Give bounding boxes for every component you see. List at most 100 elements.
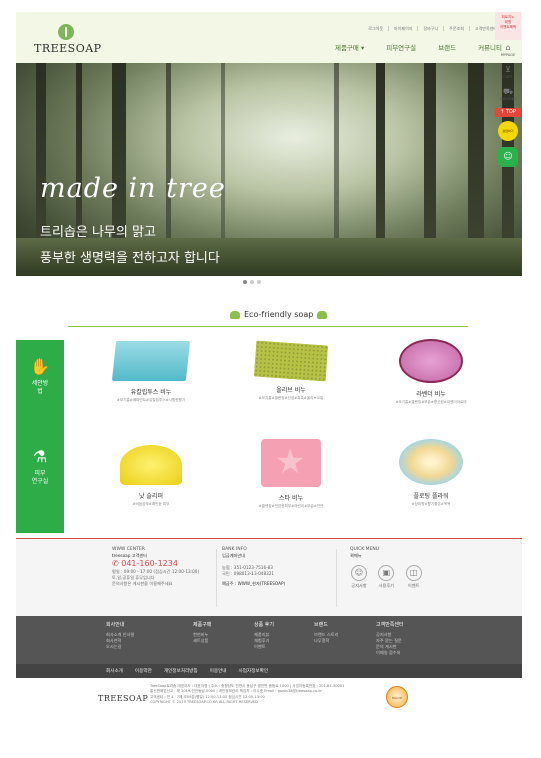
product-image[interactable] [253, 340, 329, 382]
person-icon: ☺ [351, 565, 367, 581]
leaf-logo-icon [58, 24, 74, 40]
quick-mypage[interactable]: ⌂ MYPAGE [495, 40, 521, 62]
footer-menu-link[interactable]: 이메일 접수처 [376, 650, 404, 656]
product-image[interactable] [111, 341, 191, 381]
product-image[interactable] [399, 339, 463, 383]
product-image[interactable] [399, 439, 463, 485]
side-item-skin-lab[interactable]: ⚗ 피부 연구실 [16, 448, 64, 486]
footer-bottom: TREESOAP TreeSoap트리솝 대표이사 : 대표자명 | 주소 : … [16, 678, 522, 720]
phone-number[interactable]: ✆ 041-160-1234 [112, 559, 212, 568]
bank-info-block: BANK INFO 입금계좌안내 농협 : 351-0123-7516-83 국… [222, 547, 332, 587]
product-name[interactable]: 유칼립투스 비누 [86, 387, 216, 396]
product-card[interactable]: 플로팅 플라워 #장미향#향기좋은#목욕 [366, 435, 496, 507]
footer-link-about[interactable]: 회사소개 [106, 668, 123, 674]
utility-links: 로그아웃 마이페이지 장바구니 주문조회 고객만족센터 [363, 26, 502, 31]
customer-center-block: WWW CENTER treesoap 고객센터 ✆ 041-160-1234 … [112, 547, 212, 587]
quick-subheading: 퀵메뉴 [350, 553, 362, 558]
footer-menu-col: 회사안내 회사소개 인사말 회사연혁 오시는길 [106, 622, 134, 650]
kakao-chat-button[interactable]: 상담하기 [498, 121, 518, 141]
footer-menu-link[interactable]: 이벤트 [254, 644, 274, 650]
copyright: COPYRIGHT © 2019 TREESOAP.CO.KR ALL RIGH… [150, 699, 258, 704]
product-tags: #모기흡#클렌징#보습#향긋한#라벤더아로마 [395, 400, 467, 404]
footer-policy-bar: 회사소개 이용약관 개인정보처리방침 이용안내 사업자정보확인 [16, 664, 522, 678]
footer-menu-col: 제품구매 천연비누 세트상품 [193, 622, 211, 644]
truck-icon: ⛟ [502, 87, 514, 96]
hours-line: 문의사항은 게시판을 이용해주세요 [112, 581, 173, 586]
bank-line: 국민 : 098013-13-048321 [222, 571, 275, 576]
mypage-link[interactable]: 마이페이지 [388, 26, 417, 31]
divider [216, 549, 217, 607]
leaf-icon [230, 310, 240, 319]
footer-menu-heading[interactable]: 고객만족센터 [376, 622, 404, 628]
product-name[interactable]: 라벤더 비누 [366, 389, 496, 398]
product-name[interactable]: 올리브 비누 [226, 385, 356, 394]
footer-link-terms[interactable]: 이용약관 [135, 668, 152, 674]
side-item-label: 법 [37, 388, 43, 395]
quick-label: TRACKING [499, 97, 517, 101]
footer-menu-link[interactable]: 나무철학 [314, 638, 338, 644]
footer-logo[interactable]: TREESOAP [98, 694, 148, 703]
quick-cart[interactable]: ⊻ CART [495, 62, 521, 84]
footer-menu-link[interactable]: 오시는길 [106, 644, 134, 650]
side-quick-panel: ✋ 세안방 법 ⚗ 피부 연구실 [16, 340, 64, 533]
footer-info: WWW CENTER treesoap 고객센터 ✆ 041-160-1234 … [16, 539, 522, 616]
side-item-label: 피부 [34, 470, 46, 477]
nav-item-shop[interactable]: 제품구매 ▾ [335, 42, 364, 52]
talk-chat-icon[interactable]: ☺ [498, 147, 518, 167]
company-info: TreeSoap트리솝 대표이사 : 대표자명 | 주소 : 충청남도 천안시 … [150, 684, 380, 705]
event-banner[interactable]: 피로지노 회원 이벤트혜택 [495, 12, 521, 40]
product-name[interactable]: 스타 비누 [226, 493, 356, 502]
hero-banner[interactable]: made in tree 트리솝은 나무의 맑고 풍부한 생명력을 전하고자 합… [16, 63, 522, 276]
product-card[interactable]: 라벤더 비누 #모기흡#클렌징#보습#향긋한#라벤더아로마 [366, 335, 496, 405]
nav-item-brand[interactable]: 브랜드 [438, 42, 456, 52]
slider-dot[interactable] [250, 280, 254, 284]
footer-link-privacy[interactable]: 개인정보처리방침 [164, 668, 198, 674]
quick-review[interactable]: ▣ 사용후기 [377, 565, 395, 589]
product-name[interactable]: 낫 슬리퍼 [86, 491, 216, 500]
quick-event[interactable]: ◫ 이벤트 [405, 565, 423, 589]
footer-menu-col: 상품 후기 제품리뷰 체험후기 이벤트 [254, 622, 274, 650]
product-card[interactable]: 낫 슬리퍼 #비듬샴푸#예민한 피부 [86, 435, 216, 507]
quick-notice[interactable]: ☺ 공지사항 [350, 565, 368, 589]
hero-subtitle-line2: 풍부한 생명력을 전하고자 합니다 [40, 251, 220, 266]
order-lookup-link[interactable]: 주문조회 [443, 26, 469, 31]
slider-dot[interactable] [257, 280, 261, 284]
leaf-icon [317, 310, 328, 319]
product-card[interactable]: 스타 비누 #클렌징#민감한피부#어린이#보습#천연 [226, 435, 356, 509]
footer-link-guide[interactable]: 이용안내 [210, 668, 227, 674]
side-item-wash-method[interactable]: ✋ 세안방 법 [16, 358, 64, 396]
footer-menu-heading[interactable]: 회사안내 [106, 622, 134, 628]
footer-link-business-info[interactable]: 사업자정보확인 [239, 668, 269, 674]
page-frame: TREESOAP 로그아웃 마이페이지 장바구니 주문조회 고객만족센터 제품구… [16, 12, 522, 720]
bank-holder: 예금주 : WWW_현자(TREESOAP) [222, 581, 286, 586]
phone-text: 041-160-1234 [121, 559, 178, 568]
slider-dot[interactable] [243, 280, 247, 284]
bank-subheading: 입금계좌안내 [222, 553, 246, 558]
nav-item-skin-lab[interactable]: 피부연구실 [386, 42, 416, 52]
right-quick-bar: 피로지노 회원 이벤트혜택 ⌂ MYPAGE ⊻ CART ⛟ TRACKING… [495, 12, 521, 167]
eco-section-title: Eco-friendly soap [230, 310, 328, 319]
cart-link[interactable]: 장바구니 [417, 26, 443, 31]
footer-menu-link[interactable]: 세트상품 [193, 638, 211, 644]
product-card[interactable]: 올리브 비누 #모기흡#클렌징#건성#촉촉#올리브오일 [226, 335, 356, 401]
side-item-label: 연구실 [31, 478, 49, 485]
product-image[interactable] [261, 439, 321, 487]
product-tags: #모기흡#클렌징#건성#촉촉#올리브오일 [258, 396, 324, 400]
quick-tracking[interactable]: ⛟ TRACKING [495, 84, 521, 106]
footer-menu-heading[interactable]: 브랜드 [314, 622, 338, 628]
product-name[interactable]: 플로팅 플라워 [366, 491, 496, 500]
tag-icon: ⌂ [505, 43, 511, 52]
slider-pagination [243, 280, 261, 284]
product-tags: #비듬샴푸#예민한 피부 [132, 502, 170, 506]
footer-menu-heading[interactable]: 상품 후기 [254, 622, 274, 628]
quick-menu-block: QUICK MENU 퀵메뉴 ☺ 공지사항 ▣ 사용후기 ◫ 이벤트 [350, 547, 460, 589]
product-image[interactable] [120, 445, 182, 485]
product-card[interactable]: 유칼립투스 비누 #모기흡#페퍼민트#유칼립투스#시원한향기 [86, 335, 216, 403]
quick-label: 사용후기 [378, 583, 395, 588]
product-tags: #모기흡#페퍼민트#유칼립투스#시원한향기 [116, 398, 186, 402]
back-to-top-button[interactable]: ↑ TOP [495, 108, 521, 117]
site-logo[interactable]: TREESOAP [34, 24, 101, 55]
main-nav: 제품구매 ▾ 피부연구실 브랜드 커뮤니티 [335, 42, 502, 52]
footer-menu-heading[interactable]: 제품구매 [193, 622, 211, 628]
logout-link[interactable]: 로그아웃 [363, 26, 388, 31]
